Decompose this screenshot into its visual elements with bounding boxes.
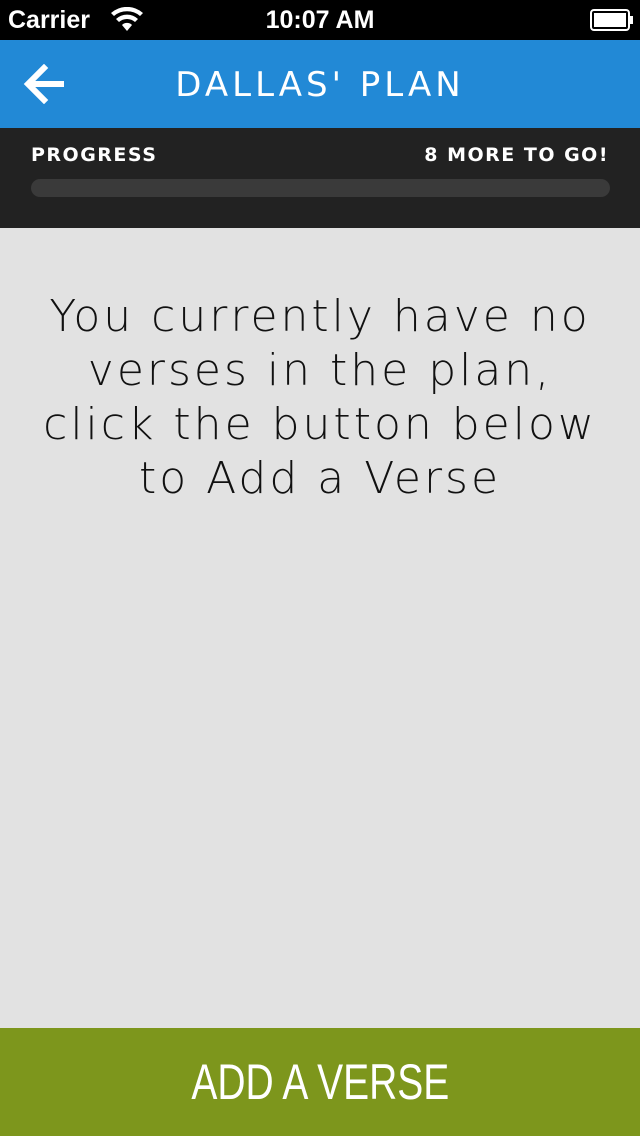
battery-icon: [590, 9, 633, 31]
empty-state-message: You currently have no verses in the plan…: [43, 291, 597, 504]
progress-label: PROGRESS: [31, 144, 158, 166]
nav-header: DALLAS' PLAN: [0, 40, 640, 128]
progress-bar: [31, 179, 610, 197]
add-verse-button[interactable]: ADD A VERSE: [0, 1028, 640, 1136]
progress-remaining-text: 8 MORE TO GO!: [424, 144, 609, 166]
app-screen: Carrier 10:07 AM DALLAS' PLAN PROGRESS 8…: [0, 0, 640, 1136]
status-time: 10:07 AM: [265, 6, 375, 34]
status-bar: Carrier 10:07 AM: [0, 0, 640, 40]
add-verse-button-label: ADD A VERSE: [191, 1054, 449, 1110]
progress-panel: [0, 128, 640, 228]
page-title: DALLAS' PLAN: [175, 65, 465, 105]
